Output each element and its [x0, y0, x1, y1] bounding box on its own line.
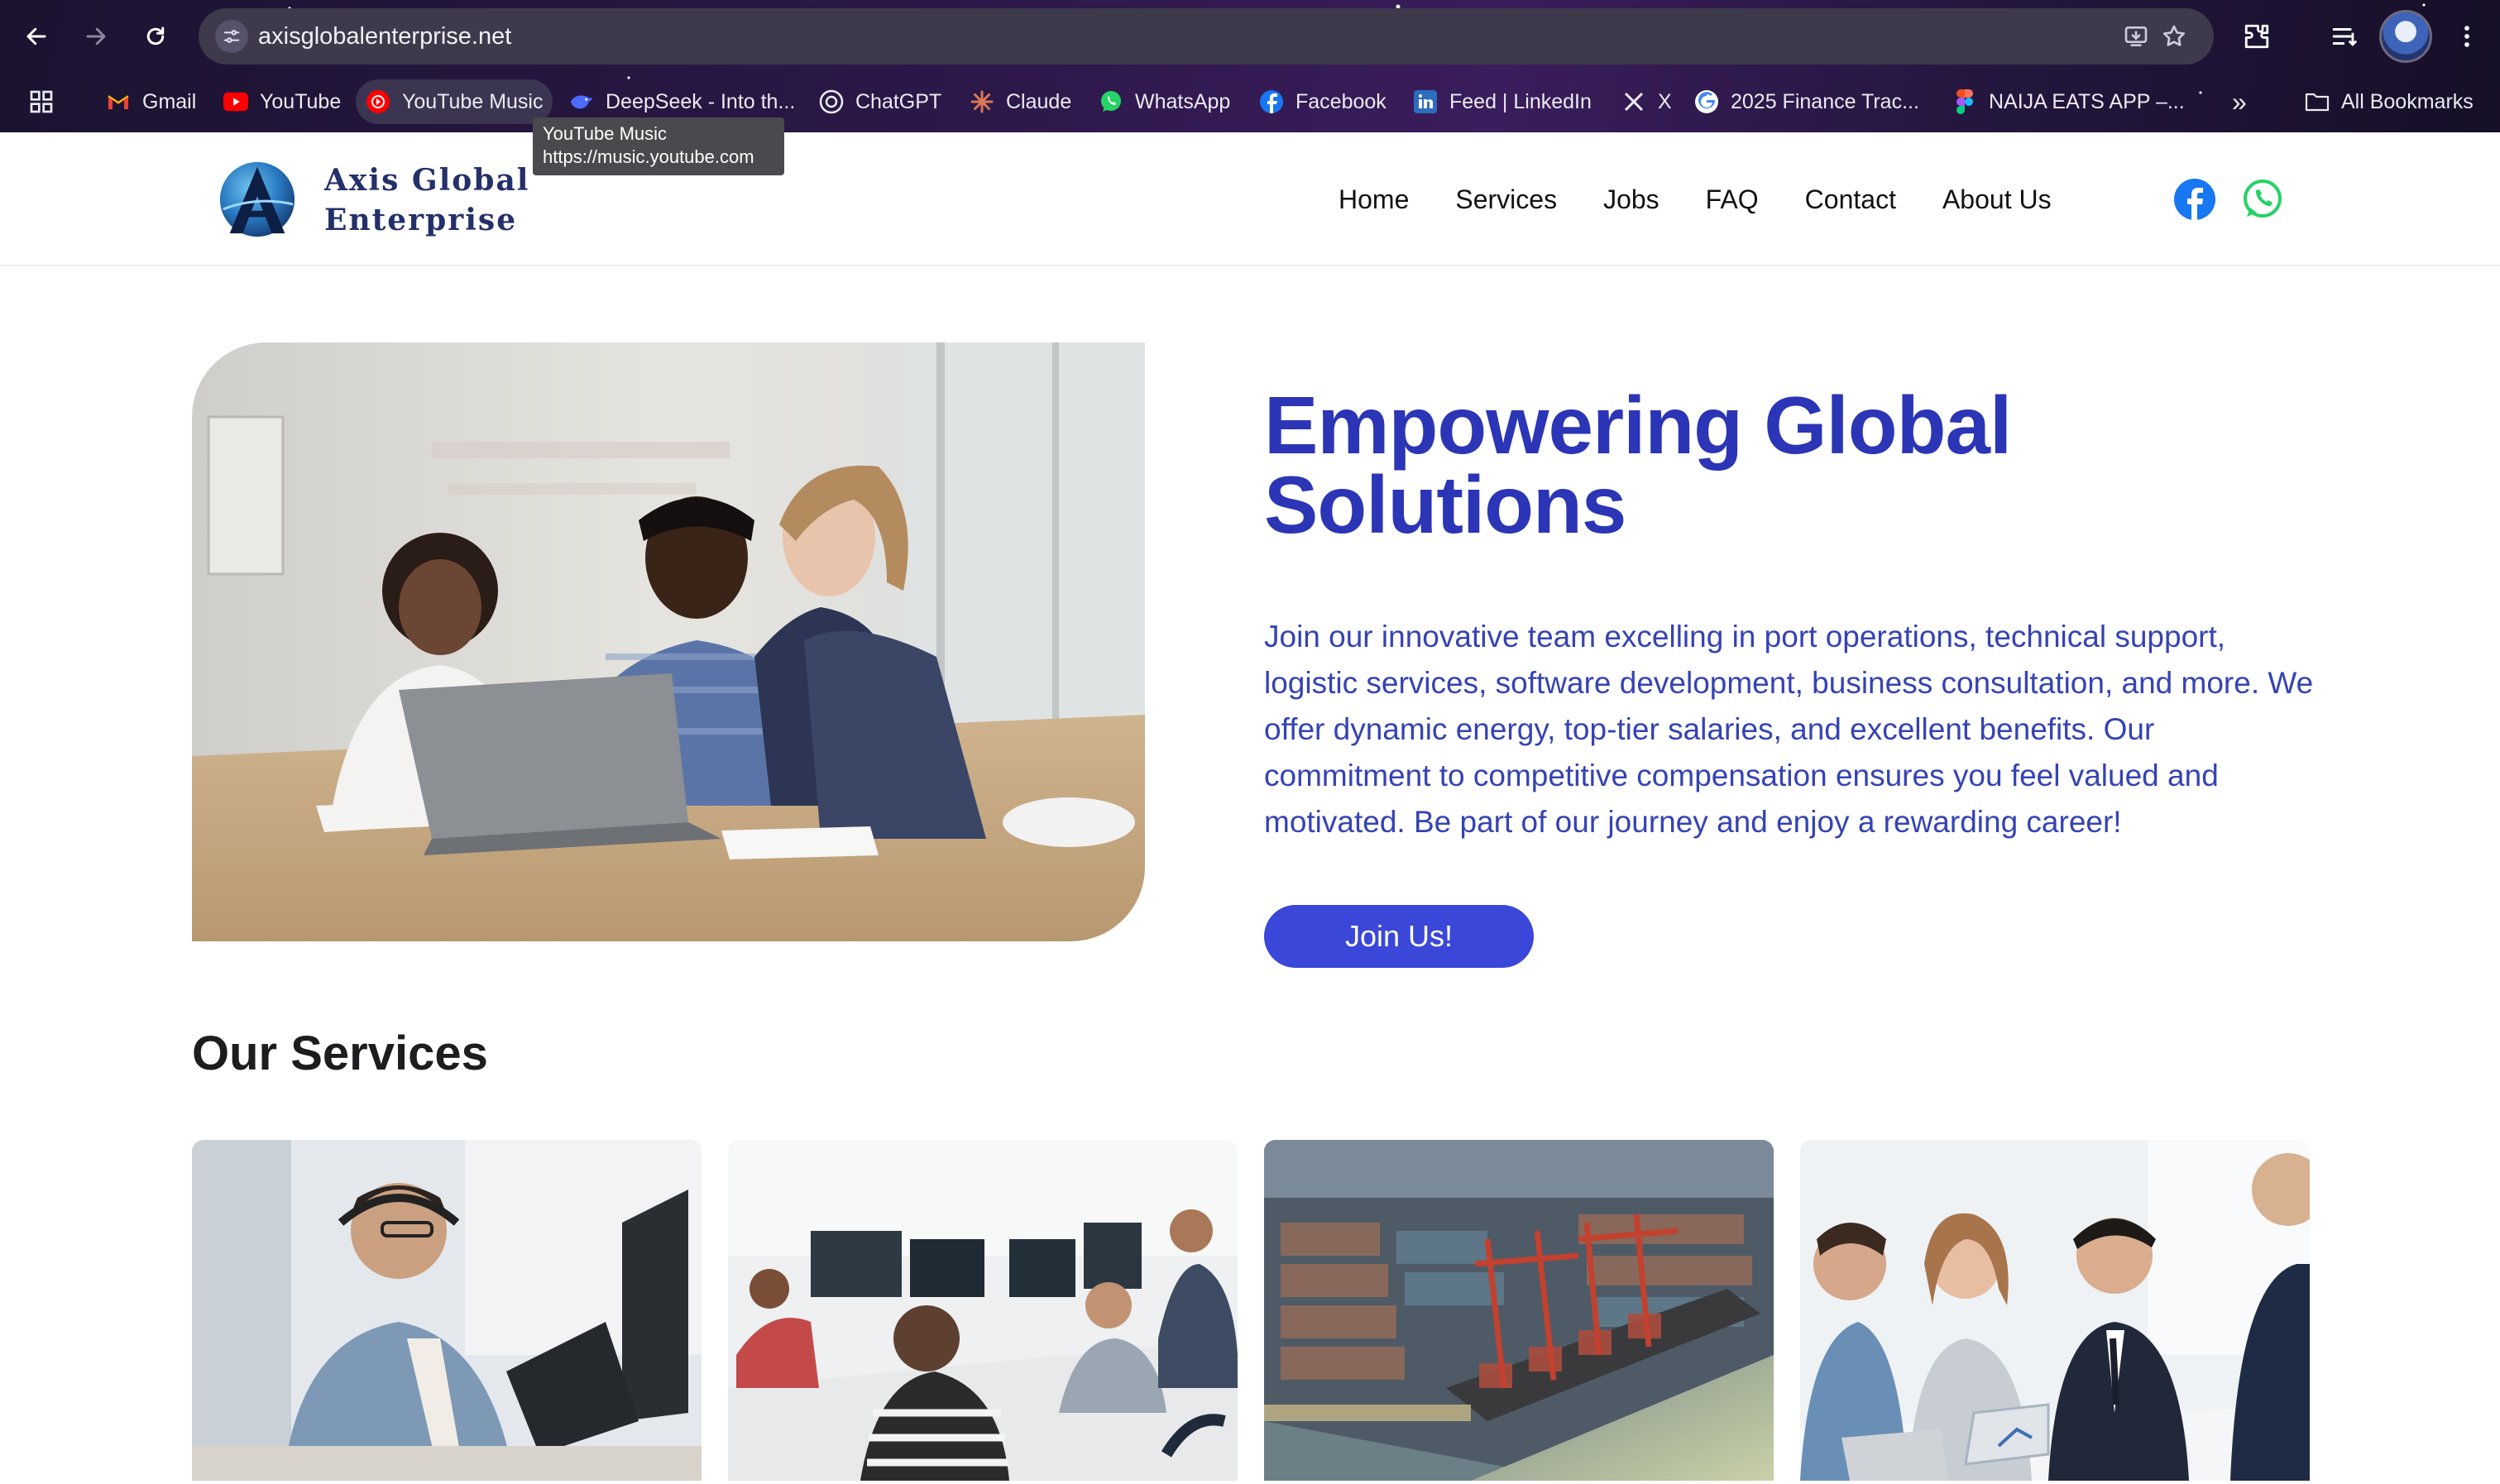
- gmail-icon: [106, 89, 131, 114]
- forward-arrow-icon: [86, 27, 106, 45]
- site-header: Axis Global Enterprise Home Services Job…: [0, 132, 2500, 266]
- claude-icon: [970, 89, 994, 114]
- tooltip-url: https://music.youtube.com: [543, 146, 754, 167]
- service-card-port-operations[interactable]: [1264, 1140, 1774, 1481]
- bookmark-finance-tracker[interactable]: 2025 Finance Trac...: [1684, 79, 1929, 124]
- facebook-icon: [1259, 89, 1284, 114]
- nav-home[interactable]: Home: [1339, 179, 1409, 220]
- hero-title-line2: Solutions: [1264, 459, 1626, 550]
- chatgpt-icon: [819, 89, 844, 114]
- youtube-music-icon: [366, 89, 390, 114]
- bookmark-label: ChatGPT: [855, 89, 942, 113]
- bookmarks-bar: Gmail YouTube YouTube Music DeepSeek - I…: [0, 76, 2500, 127]
- figma-icon: [1952, 89, 1977, 114]
- bookmark-claude[interactable]: Claude: [960, 79, 1081, 124]
- extensions-icon[interactable]: [2232, 12, 2282, 61]
- nav-contact[interactable]: Contact: [1805, 179, 1896, 220]
- join-us-button[interactable]: Join Us!: [1264, 905, 1534, 968]
- bookmark-facebook[interactable]: Facebook: [1249, 79, 1396, 124]
- bookmark-x[interactable]: X: [1612, 79, 1682, 124]
- youtube-icon: [223, 89, 248, 114]
- main-nav: Home Services Jobs FAQ Contact About Us: [1339, 179, 2098, 220]
- service-image: [728, 1140, 1238, 1481]
- folder-icon: [2305, 89, 2330, 114]
- nav-jobs[interactable]: Jobs: [1603, 179, 1659, 220]
- forward-button[interactable]: [71, 12, 121, 61]
- reading-list-icon[interactable]: [2320, 12, 2369, 61]
- hero-title: Empowering Global Solutions: [1264, 380, 2340, 550]
- hero-team-photo: [192, 342, 1145, 941]
- service-image: [1264, 1140, 1774, 1481]
- bookmark-star-icon[interactable]: [2156, 18, 2192, 55]
- bookmark-label: YouTube: [260, 89, 342, 113]
- bookmark-whatsapp[interactable]: WhatsApp: [1089, 79, 1240, 124]
- url-text[interactable]: axisglobalenterprise.net: [258, 8, 511, 65]
- service-image: [192, 1140, 702, 1481]
- services-section-title: Our Services: [192, 1027, 488, 1080]
- apps-grid-icon[interactable]: [18, 79, 65, 124]
- browser-chrome: axisglobalenterprise.net Gmail YouTube Y: [0, 0, 2500, 132]
- x-icon: [1621, 89, 1646, 114]
- whatsapp-icon[interactable]: [2240, 177, 2285, 222]
- nav-services[interactable]: Services: [1455, 179, 1557, 220]
- brand-name-line1: Axis Global: [324, 163, 530, 198]
- reload-button[interactable]: [131, 12, 180, 61]
- chevron-double-right-icon: »: [2232, 86, 2247, 117]
- bookmark-label: DeepSeek - Into th...: [606, 89, 796, 113]
- install-app-icon[interactable]: [2118, 18, 2154, 55]
- facebook-icon[interactable]: [2172, 177, 2217, 222]
- all-bookmarks-button[interactable]: All Bookmarks: [2295, 79, 2483, 124]
- bookmark-label: YouTube Music: [402, 89, 544, 113]
- bookmark-linkedin[interactable]: Feed | LinkedIn: [1403, 79, 1602, 124]
- bookmark-label: Claude: [1006, 89, 1072, 113]
- back-arrow-icon: [26, 27, 46, 45]
- bookmark-naija-eats[interactable]: NAIJA EATS APP –...: [1942, 79, 2195, 124]
- service-card-software-development[interactable]: [728, 1140, 1238, 1481]
- bookmark-label: NAIJA EATS APP –...: [1989, 89, 2185, 113]
- linkedin-icon: [1413, 89, 1438, 114]
- back-button[interactable]: [12, 12, 61, 61]
- address-bar[interactable]: axisglobalenterprise.net: [199, 8, 2214, 65]
- service-card-business-consultation[interactable]: [1800, 1140, 2310, 1481]
- bookmark-label: WhatsApp: [1135, 89, 1231, 113]
- bookmark-youtube[interactable]: YouTube: [213, 79, 351, 124]
- hero-description: Join our innovative team excelling in po…: [1264, 620, 2314, 839]
- whatsapp-icon: [1099, 89, 1123, 114]
- service-card-technical-support[interactable]: [192, 1140, 702, 1481]
- google-icon: [1694, 89, 1719, 114]
- bookmark-youtube-music[interactable]: YouTube Music: [356, 79, 553, 124]
- nav-faq[interactable]: FAQ: [1706, 179, 1759, 220]
- deepseek-icon: [569, 89, 594, 114]
- brand-name[interactable]: Axis Global Enterprise: [324, 160, 529, 240]
- bookmark-label: Feed | LinkedIn: [1449, 89, 1592, 113]
- nav-about-us[interactable]: About Us: [1942, 179, 2052, 220]
- browser-menu-icon[interactable]: [2442, 12, 2492, 61]
- bookmark-gmail[interactable]: Gmail: [96, 79, 206, 124]
- bookmark-label: X: [1658, 89, 1672, 113]
- brand-name-line2: Enterprise: [324, 203, 518, 237]
- hero-title-line1: Empowering Global: [1264, 380, 2012, 471]
- site-settings-icon[interactable]: [215, 20, 248, 53]
- axis-logo-icon[interactable]: [217, 159, 298, 240]
- bookmark-label: 2025 Finance Trac...: [1731, 89, 1919, 113]
- bookmarks-overflow-button[interactable]: »: [2222, 79, 2257, 124]
- service-image: [1800, 1140, 2310, 1481]
- bookmark-label: Gmail: [142, 89, 197, 113]
- profile-avatar[interactable]: [2379, 10, 2432, 63]
- bookmark-tooltip: YouTube Music https://music.youtube.com: [533, 117, 784, 175]
- tooltip-title: YouTube Music: [543, 123, 668, 144]
- bookmark-chatgpt[interactable]: ChatGPT: [809, 79, 951, 124]
- bookmark-label: All Bookmarks: [2341, 89, 2474, 113]
- reload-icon: [146, 26, 165, 45]
- bookmark-label: Facebook: [1295, 89, 1386, 113]
